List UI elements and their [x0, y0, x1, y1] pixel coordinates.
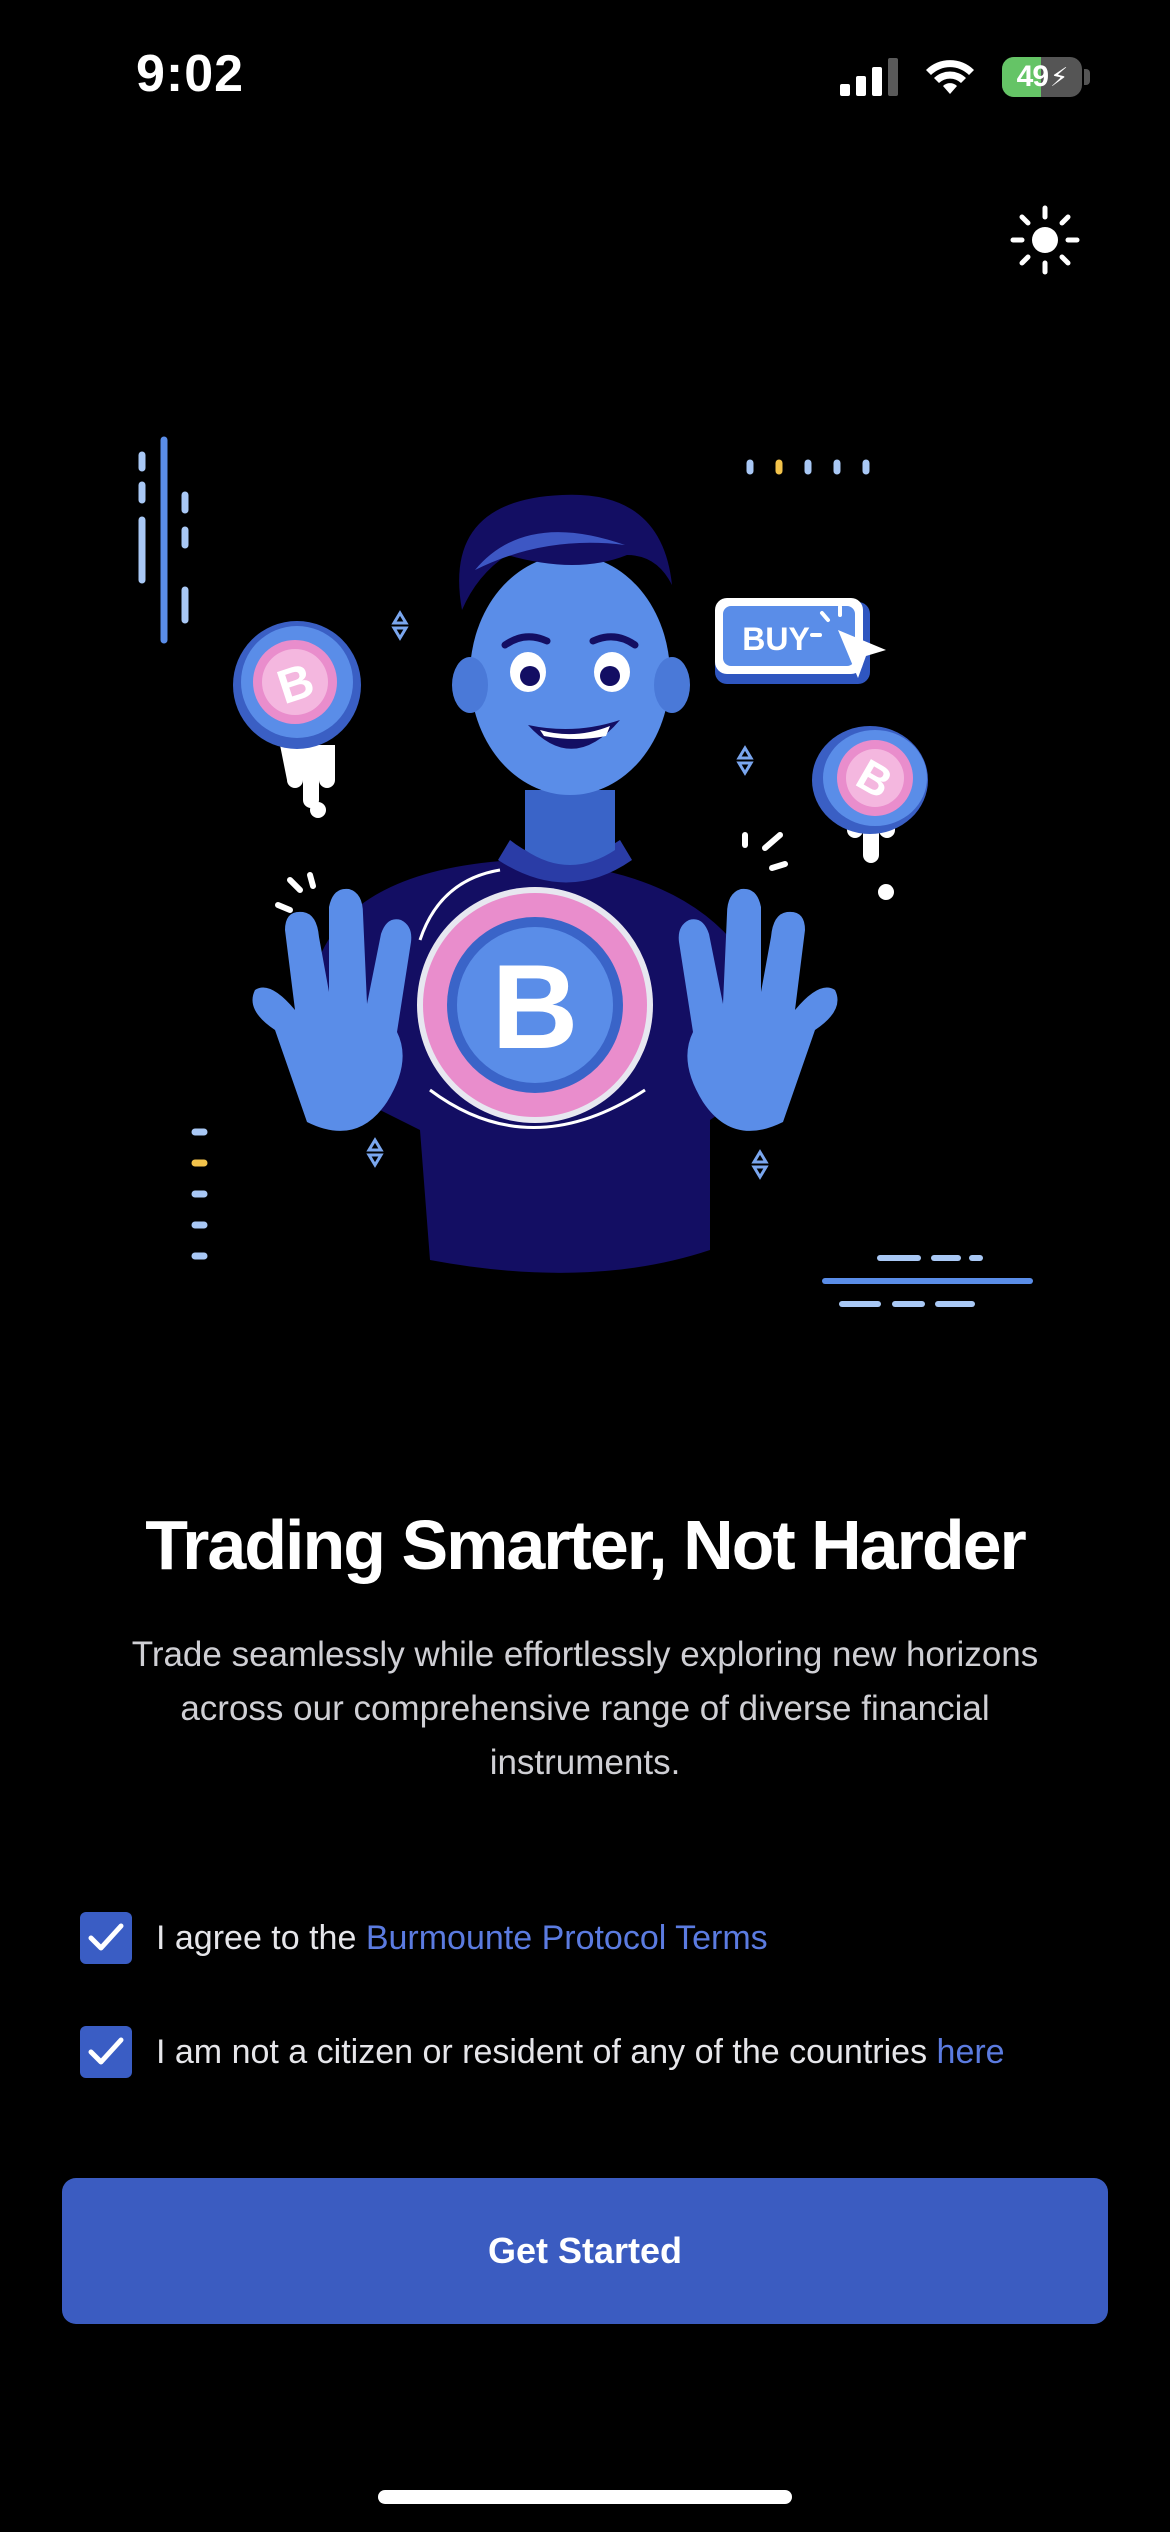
buy-badge-text: BUY	[742, 621, 810, 657]
battery-percent: 49	[1016, 60, 1049, 93]
illustration-buy-badge: BUY	[715, 598, 886, 684]
battery-icon: 49 ⚡	[1002, 57, 1082, 97]
theme-toggle-button[interactable]	[1010, 205, 1080, 275]
decor-lines-left	[138, 436, 189, 644]
terms-checkbox[interactable]	[80, 1912, 132, 1964]
home-indicator[interactable]	[378, 2490, 792, 2504]
signal-icon	[840, 58, 898, 96]
residency-agreement-row: I am not a citizen or resident of any of…	[80, 2026, 1005, 2078]
residency-label: I am not a citizen or resident of any of…	[156, 2032, 937, 2071]
status-time: 9:02	[136, 45, 245, 103]
residency-checkbox[interactable]	[80, 2026, 132, 2078]
checkmark-icon	[88, 1923, 124, 1951]
decor-lines-bottom-right	[822, 1255, 1033, 1307]
floating-coin-left: B	[233, 621, 361, 818]
onboarding-subtitle: Trade seamlessly while effortlessly expl…	[131, 1635, 1039, 1782]
get-started-button[interactable]: Get Started	[62, 2178, 1108, 2324]
onboarding-title: Trading Smarter, Not Harder	[145, 1506, 1027, 1584]
protocol-terms-link[interactable]: Burmounte Protocol Terms	[366, 1919, 768, 1957]
center-coin-symbol: B	[492, 940, 579, 1074]
decor-dots-top	[746, 459, 870, 475]
status-icons: 49 ⚡	[840, 52, 1090, 102]
restricted-countries-link[interactable]: here	[937, 2033, 1005, 2071]
decor-dots-bottom-left	[191, 1128, 208, 1260]
terms-label: I agree to the	[156, 1918, 366, 1957]
charging-bolt-icon: ⚡	[1050, 61, 1068, 92]
floating-coin-right: B	[812, 726, 928, 900]
terms-agreement-row: I agree to the Burmounte Protocol Terms	[80, 1912, 768, 1964]
crypto-trader-illustration: B B BUY B	[138, 436, 1033, 1307]
sun-icon	[1010, 205, 1080, 275]
wifi-icon	[926, 60, 974, 94]
checkmark-icon	[88, 2037, 124, 2065]
